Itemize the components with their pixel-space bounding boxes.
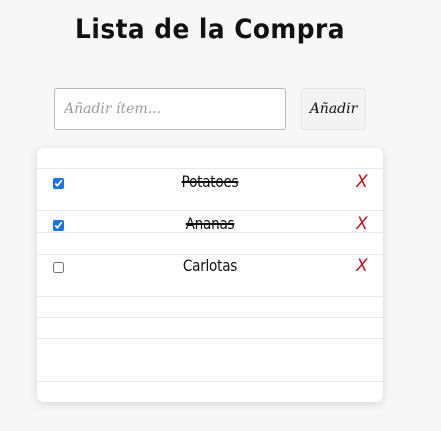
- row-divider: [37, 168, 383, 169]
- add-item-form: Añadir: [54, 88, 368, 131]
- item-checkbox[interactable]: [53, 220, 64, 231]
- row-divider: [37, 210, 383, 211]
- item-checkbox[interactable]: [53, 262, 64, 273]
- add-button[interactable]: Añadir: [301, 88, 366, 130]
- delete-item-button[interactable]: X: [355, 256, 369, 276]
- list-item: Carlotas X: [37, 254, 383, 284]
- item-label: Ananas: [185, 214, 235, 233]
- item-label: Carlotas: [182, 256, 238, 275]
- list-item: Potatoes X: [37, 170, 383, 200]
- row-divider: [37, 296, 383, 297]
- row-divider: [37, 381, 383, 382]
- item-input[interactable]: [54, 88, 286, 130]
- item-checkbox[interactable]: [53, 178, 64, 189]
- page-title: Lista de la Compra: [75, 14, 345, 45]
- delete-item-button[interactable]: X: [355, 172, 369, 192]
- row-divider: [37, 338, 383, 339]
- item-label: Potatoes: [181, 172, 239, 191]
- shopping-list: Potatoes X Ananas X Carlotas X: [37, 148, 383, 402]
- delete-item-button[interactable]: X: [355, 214, 369, 234]
- list-item: Ananas X: [37, 212, 383, 242]
- row-divider: [37, 317, 383, 318]
